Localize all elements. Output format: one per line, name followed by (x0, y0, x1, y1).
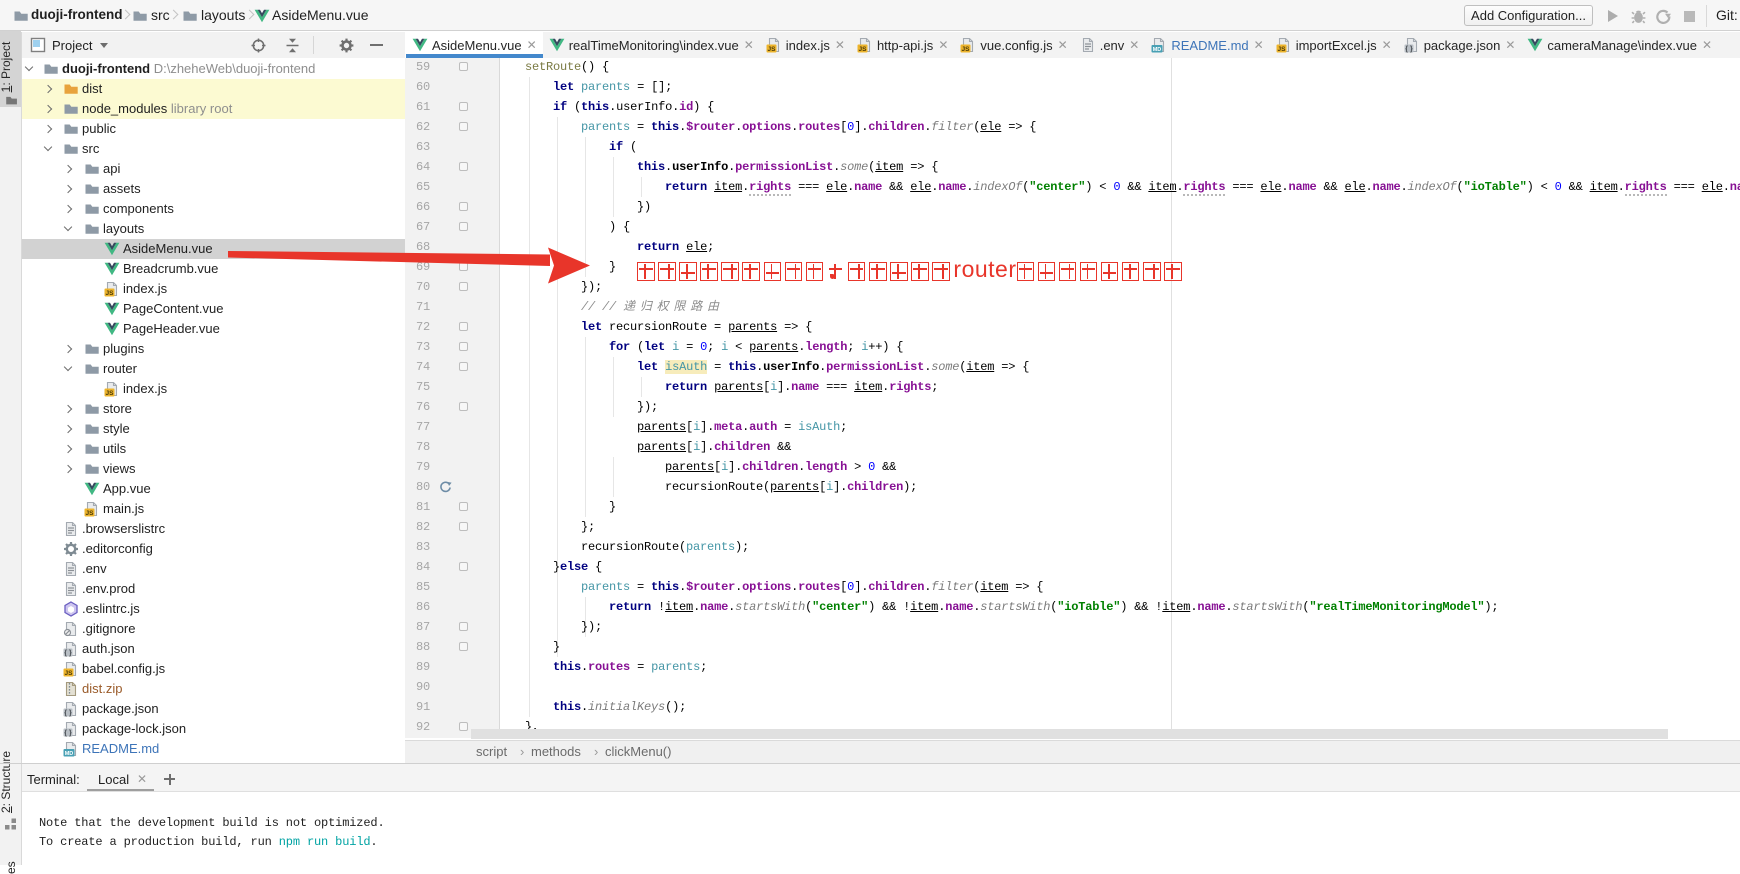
svg-text:MD: MD (65, 751, 74, 757)
svg-text:{ }: { } (64, 730, 72, 737)
svg-text:JS: JS (962, 46, 971, 53)
svg-text:{ }: { } (64, 710, 72, 717)
svg-text:MD: MD (1153, 47, 1162, 53)
svg-text:JS: JS (858, 46, 867, 53)
svg-text:JS: JS (106, 390, 115, 397)
svg-text:{ }: { } (64, 650, 72, 657)
svg-text:JS: JS (106, 290, 115, 297)
svg-text:{ }: { } (1405, 46, 1413, 53)
svg-text:JS: JS (767, 46, 776, 53)
svg-text:JS: JS (86, 510, 95, 517)
svg-text:JS: JS (1277, 46, 1286, 53)
svg-text:JS: JS (65, 670, 74, 677)
